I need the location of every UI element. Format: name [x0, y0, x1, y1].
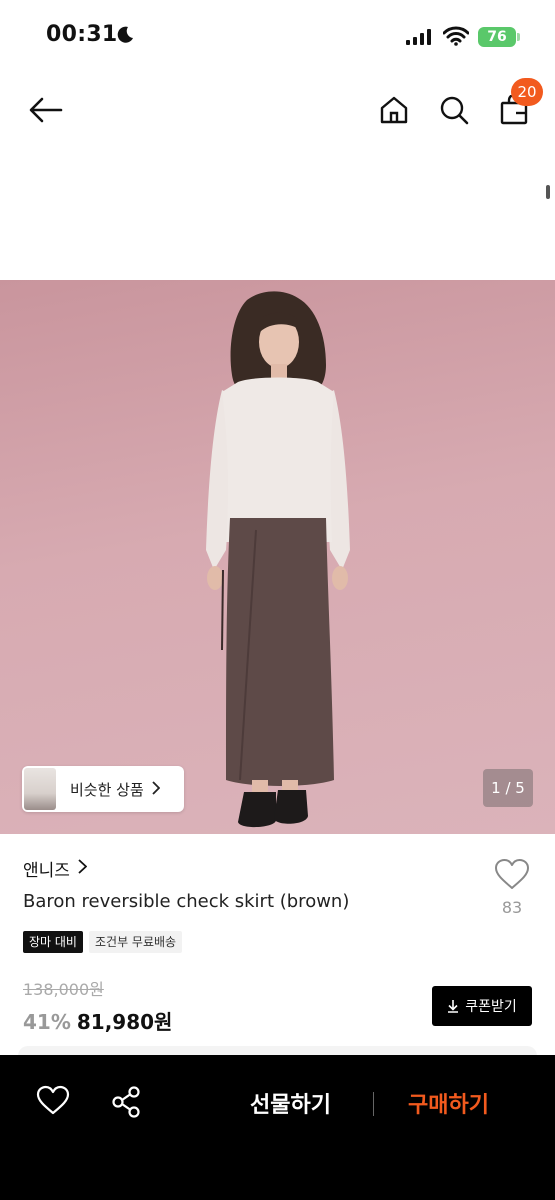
tag-free-shipping: 조건부 무료배송	[88, 931, 183, 953]
chevron-right-icon	[152, 780, 161, 799]
coupon-button[interactable]: 쿠폰받기	[432, 986, 532, 1026]
signal-icon	[406, 29, 432, 49]
gift-button[interactable]: 선물하기	[250, 1087, 331, 1119]
wishlist-button[interactable]	[36, 1085, 70, 1119]
download-icon	[448, 1000, 459, 1013]
heart-icon	[36, 1085, 70, 1115]
model-photo	[206, 291, 350, 828]
share-button[interactable]	[110, 1085, 144, 1123]
brand-link[interactable]: 앤니즈	[23, 856, 88, 881]
product-image[interactable]: 비슷한 상품 1 / 5	[0, 280, 555, 834]
search-button[interactable]	[432, 88, 476, 132]
similar-products-button[interactable]: 비슷한 상품	[22, 766, 184, 812]
status-bar: 00:31 76	[0, 0, 555, 70]
arrow-left-icon	[29, 97, 63, 123]
share-icon	[112, 1086, 140, 1118]
sale-price: 81,980원	[76, 1010, 173, 1034]
bottom-action-bar: 선물하기 구매하기	[0, 1055, 555, 1200]
chevron-right-icon	[78, 859, 88, 878]
product-tags: 장마 대비 조건부 무료배송	[23, 931, 183, 953]
moon-icon	[116, 26, 134, 48]
back-button[interactable]	[24, 88, 68, 132]
like-button[interactable]: 83	[490, 858, 534, 917]
buy-button[interactable]: 구매하기	[408, 1087, 489, 1119]
price-block: 138,000원 41% 81,980원	[23, 976, 172, 1035]
search-icon	[440, 96, 469, 125]
product-title: Baron reversible check skirt (brown)	[23, 891, 350, 912]
top-nav	[0, 80, 555, 140]
battery-indicator: 76	[478, 27, 516, 47]
heart-icon	[495, 859, 529, 889]
tag-rainy-season: 장마 대비	[23, 931, 83, 953]
similar-thumbnail	[24, 768, 56, 810]
divider	[373, 1092, 374, 1116]
battery-tip	[517, 33, 520, 41]
original-price: 138,000원	[23, 980, 104, 999]
coupon-label: 쿠폰받기	[465, 999, 517, 1015]
status-time: 00:31	[46, 22, 118, 47]
scroll-indicator	[546, 185, 550, 199]
cart-count-badge: 20	[511, 78, 543, 106]
wifi-icon	[442, 26, 470, 50]
like-count: 83	[501, 898, 523, 917]
brand-name: 앤니즈	[23, 861, 70, 881]
home-button[interactable]	[372, 88, 416, 132]
discount-rate: 41%	[23, 1010, 71, 1034]
image-page-indicator: 1 / 5	[483, 769, 533, 807]
similar-products-label: 비슷한 상품	[70, 780, 144, 799]
home-icon	[380, 96, 408, 124]
